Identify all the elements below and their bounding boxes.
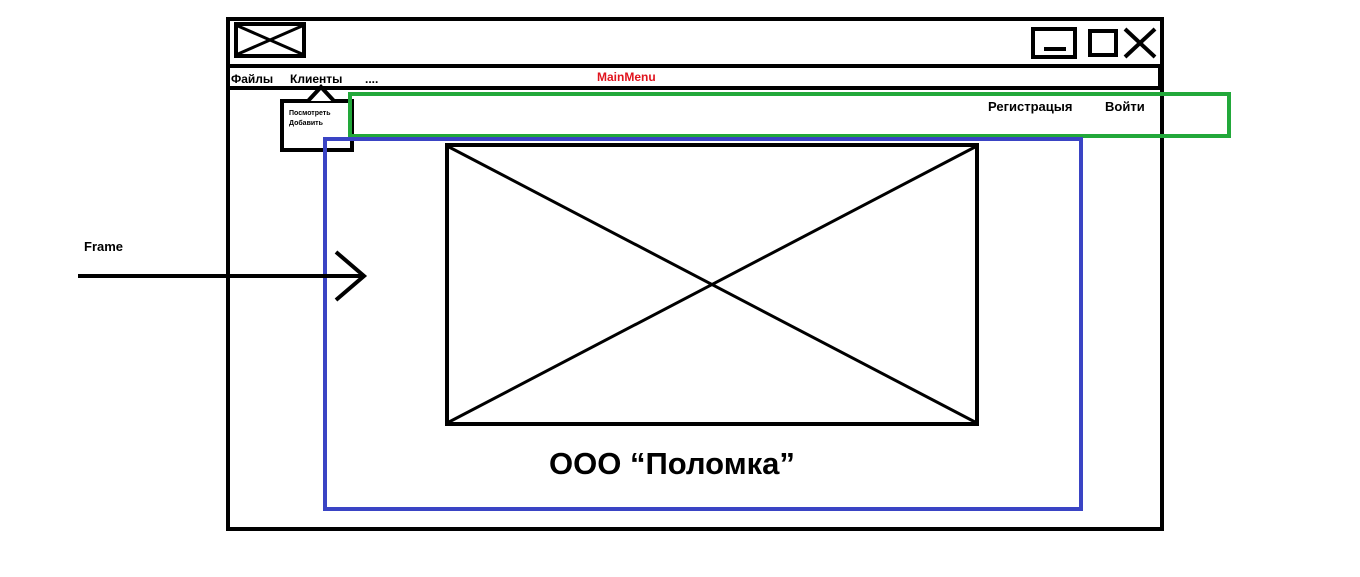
dropdown-item-add[interactable]: Добавить [289,119,323,128]
company-name: ООО “Поломка” [549,446,795,481]
logo-placeholder-icon [234,22,306,58]
close-icon[interactable] [1122,26,1158,60]
register-link[interactable]: Регистрацыя [988,99,1072,114]
minimize-button[interactable] [1031,27,1077,59]
dropdown-item-view[interactable]: Посмотреть [289,109,331,118]
dropdown-caret-icon [306,84,336,102]
arrow-icon [78,250,368,302]
menu-item-more[interactable]: .... [365,72,378,86]
minimize-icon [1044,47,1066,51]
auth-frame [348,92,1231,138]
maximize-button[interactable] [1088,29,1118,57]
login-link[interactable]: Войти [1105,99,1145,114]
menu-item-files[interactable]: Файлы [231,72,273,86]
image-placeholder-icon [445,143,979,426]
mainmenu-annotation: MainMenu [597,70,656,84]
